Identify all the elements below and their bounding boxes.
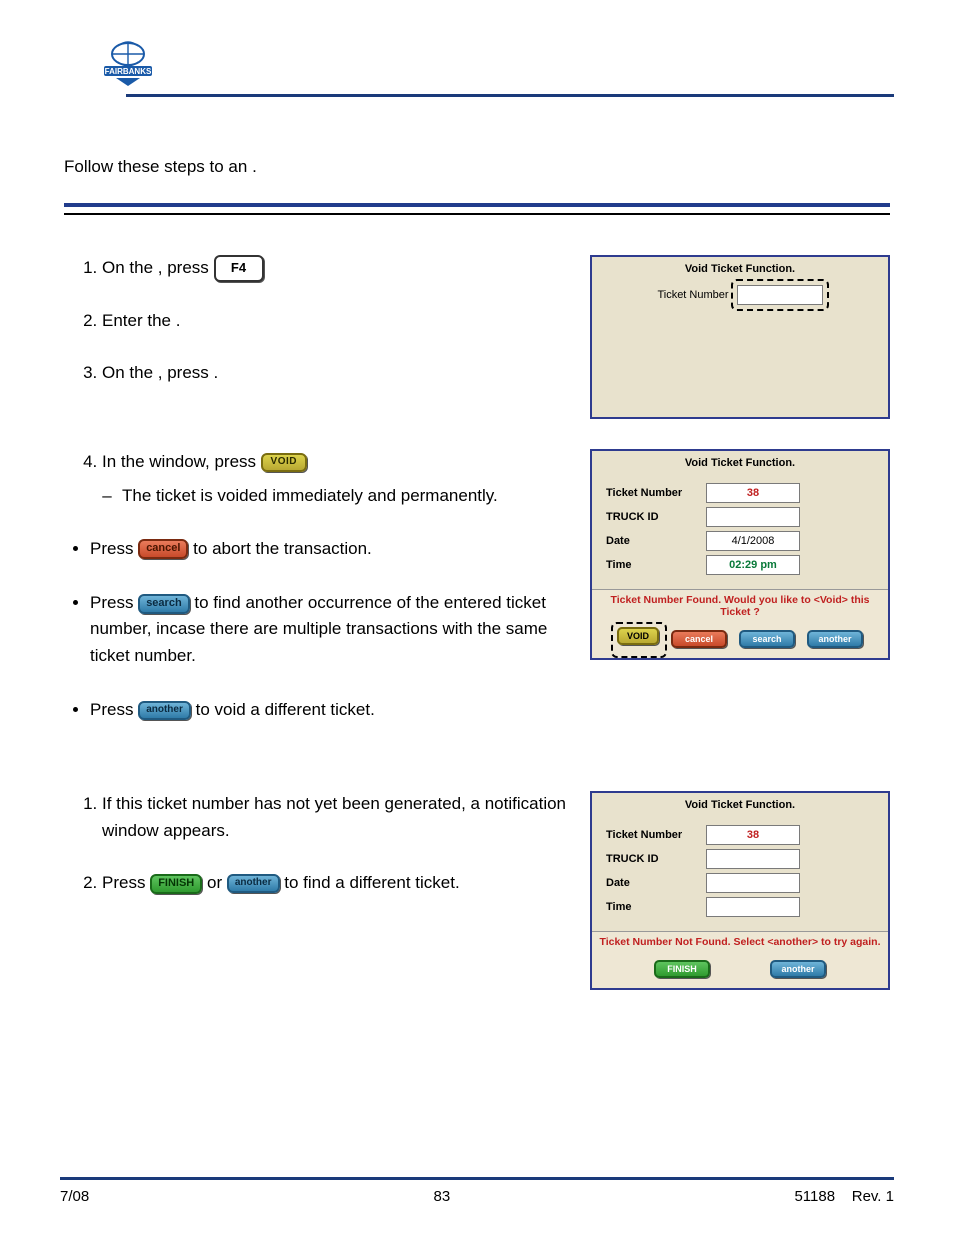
- footer-page: 83: [433, 1188, 450, 1205]
- header-rule: [126, 94, 894, 97]
- void-panel-found: Void Ticket Function. Ticket Number TRUC…: [590, 449, 890, 660]
- panel-title: Void Ticket Function.: [592, 793, 888, 817]
- date-label: Date: [606, 877, 698, 889]
- page-footer: 7/08 83 51188 Rev. 1: [60, 1177, 894, 1205]
- date-label: Date: [606, 535, 698, 547]
- text: Press: [90, 539, 138, 558]
- step-2: Enter the .: [102, 308, 570, 334]
- footer-rev: Rev. 1: [852, 1188, 894, 1205]
- panel-void-button[interactable]: VOID: [617, 627, 659, 645]
- time-input[interactable]: [706, 897, 800, 917]
- panel-another-button[interactable]: another: [770, 960, 826, 978]
- bullet-cancel: Press cancel to abort the transaction.: [90, 536, 570, 562]
- panel-message: Ticket Number Not Found. Select <another…: [592, 931, 888, 952]
- ticket-number-label: Ticket Number: [606, 487, 698, 499]
- date-input[interactable]: [706, 531, 800, 551]
- text: Press: [90, 593, 138, 612]
- text: , press: [158, 258, 214, 277]
- void-panel-notfound: Void Ticket Function. Ticket Number TRUC…: [590, 791, 890, 990]
- section-divider: [64, 203, 890, 215]
- panel-message: Ticket Number Found. Would you like to <…: [592, 589, 888, 622]
- truck-id-input[interactable]: [706, 507, 800, 527]
- footer-date: 7/08: [60, 1188, 89, 1205]
- ticket-number-input[interactable]: [737, 285, 823, 305]
- f4-key[interactable]: F4: [214, 255, 264, 281]
- panel-finish-button[interactable]: FINISH: [654, 960, 710, 978]
- text: Follow these steps to: [64, 157, 228, 176]
- text: Press: [90, 700, 138, 719]
- ticket-number-label: Ticket Number: [657, 289, 728, 301]
- bullet-search: Press search to find another occurrence …: [90, 590, 570, 669]
- ticket-number-label: Ticket Number: [606, 829, 698, 841]
- another-button[interactable]: another: [138, 701, 191, 720]
- notfound-step-1: If this ticket number has not yet been g…: [102, 791, 570, 844]
- notfound-step-2: Press FINISH or another to find a differ…: [102, 870, 570, 896]
- ticket-number-input[interactable]: [706, 483, 800, 503]
- panel-cancel-button[interactable]: cancel: [671, 630, 727, 648]
- text: Enter the: [102, 311, 176, 330]
- text: On the: [102, 363, 158, 382]
- finish-button[interactable]: FINISH: [150, 874, 202, 894]
- panel-search-button[interactable]: search: [739, 630, 795, 648]
- truck-id-input[interactable]: [706, 849, 800, 869]
- brand-logo: FAIRBANKS: [98, 40, 158, 90]
- void-button[interactable]: VOID: [261, 453, 307, 472]
- panel-title: Void Ticket Function.: [592, 257, 888, 281]
- time-label: Time: [606, 559, 698, 571]
- step-4-note: The ticket is voided immediately and per…: [122, 483, 570, 509]
- time-input[interactable]: [706, 555, 800, 575]
- cancel-button[interactable]: cancel: [138, 539, 188, 559]
- step-4: In the window, press VOID – The ticket i…: [102, 449, 570, 510]
- text: or: [207, 873, 227, 892]
- text: , press: [158, 363, 214, 382]
- footer-doc: 51188: [794, 1188, 835, 1205]
- step-1: On the , press F4: [102, 255, 570, 282]
- highlight-ring: VOID: [617, 630, 659, 648]
- text: an: [228, 157, 252, 176]
- text: .: [176, 311, 181, 330]
- intro-text: Follow these steps to an .: [64, 157, 890, 177]
- highlight-ring: [737, 285, 823, 305]
- text: to void a different ticket.: [196, 700, 375, 719]
- text: to find a different ticket.: [284, 873, 459, 892]
- bullet-another: Press another to void a different ticket…: [90, 697, 570, 723]
- text: .: [214, 363, 219, 382]
- ticket-number-input[interactable]: [706, 825, 800, 845]
- text: window, press: [149, 452, 261, 471]
- panel-title: Void Ticket Function.: [592, 451, 888, 475]
- text: .: [252, 157, 257, 176]
- date-input[interactable]: [706, 873, 800, 893]
- search-button[interactable]: search: [138, 594, 189, 614]
- void-panel-entry: Void Ticket Function. Ticket Number: [590, 255, 890, 419]
- step-3: On the , press .: [102, 360, 570, 386]
- dash: –: [100, 483, 114, 509]
- svg-text:FAIRBANKS: FAIRBANKS: [105, 67, 152, 76]
- text: to abort the transaction.: [193, 539, 372, 558]
- time-label: Time: [606, 901, 698, 913]
- truck-id-label: TRUCK ID: [606, 511, 698, 523]
- text: On the: [102, 258, 158, 277]
- truck-id-label: TRUCK ID: [606, 853, 698, 865]
- text: In the: [102, 452, 149, 471]
- another-button[interactable]: another: [227, 874, 280, 893]
- text: Press: [102, 873, 150, 892]
- panel-another-button[interactable]: another: [807, 630, 863, 648]
